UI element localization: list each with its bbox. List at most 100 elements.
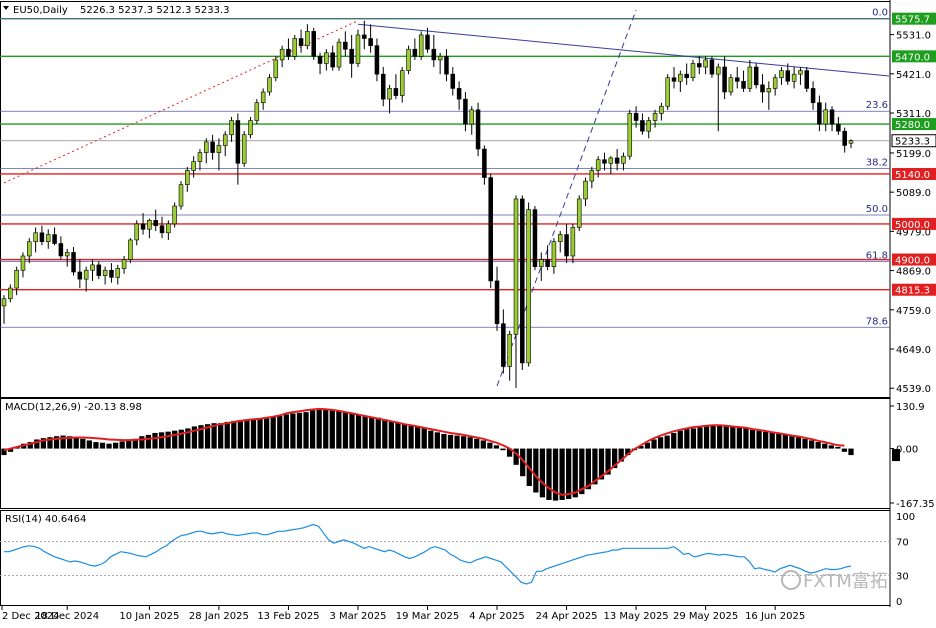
candle-body [317, 56, 323, 64]
candle-body [570, 227, 576, 257]
time-tick-label: 3 Mar 2025 [329, 611, 386, 622]
candle-body [728, 77, 734, 93]
candle-body [286, 48, 291, 57]
macd-bar [237, 419, 243, 449]
candle-body [823, 109, 828, 125]
macd-bar [139, 436, 145, 449]
macd-panel: MACD(12,26,9) -20.13 8.98 130.90.00-167.3… [1, 402, 935, 510]
macd-bar [375, 417, 381, 449]
candle-body [27, 241, 32, 257]
candle-body [589, 170, 595, 182]
macd-bar [428, 430, 434, 449]
trend-line [357, 23, 889, 77]
candle-body [798, 70, 803, 75]
fib-label: 61.8 [866, 250, 888, 261]
candle-body [532, 209, 538, 267]
level-price-label: 5000.0 [895, 220, 930, 231]
candle-body [494, 280, 500, 325]
candle-body [741, 80, 746, 89]
candle-body [96, 264, 102, 276]
price-tick-label: 4649.0 [896, 345, 931, 356]
macd-bar [93, 442, 99, 449]
macd-bar [309, 410, 316, 449]
candle-body [292, 38, 298, 57]
price-tick-label: 5421.0 [896, 70, 931, 81]
candle-body [14, 269, 19, 289]
candle-body [817, 102, 822, 125]
candle-body [248, 120, 253, 136]
candle-body [374, 45, 380, 75]
candle-body [564, 234, 569, 257]
macd-bar [782, 433, 788, 449]
candle-body [829, 109, 835, 125]
candle-body [633, 113, 639, 121]
dropdown-triangle-icon[interactable] [3, 6, 9, 10]
time-tick-label: 29 May 2025 [673, 611, 738, 622]
macd-bar [257, 418, 263, 449]
candle-body [526, 209, 531, 364]
candle-body [753, 66, 759, 86]
rsi-title: RSI(14) 40.6464 [5, 514, 86, 525]
macd-bar [99, 442, 106, 449]
macd-bar [447, 434, 454, 449]
candle-body [260, 91, 266, 103]
rsi-tick-label: 70 [896, 538, 909, 549]
candle-body [671, 77, 677, 82]
candle-body [349, 48, 354, 64]
macd-bar [487, 442, 493, 449]
candle-body [216, 145, 222, 153]
candle-body [64, 252, 70, 257]
candle-body [134, 223, 139, 241]
macd-bar [828, 445, 834, 449]
candle-body [235, 120, 241, 164]
level-price-label: 5140.0 [895, 170, 930, 181]
level-price-label: 5470.0 [895, 52, 930, 63]
macd-bar [369, 416, 375, 449]
candle-body [52, 234, 57, 244]
candle-body [128, 239, 133, 260]
macd-bar [303, 412, 309, 449]
ohlc-readout: 5226.3 5237.3 5212.3 5233.3 [80, 5, 230, 16]
macd-bar [283, 414, 289, 449]
macd-bar [743, 428, 749, 449]
chart-header: EU50,Daily 5226.3 5237.3 5212.3 5233.3 [3, 5, 230, 16]
fib-label: 23.6 [866, 100, 888, 111]
candle-body [722, 66, 727, 93]
candle-body [204, 141, 209, 153]
macd-bar [73, 437, 79, 449]
candle-body [431, 48, 437, 61]
macd-bar [841, 448, 848, 452]
time-tick-label: 13 Feb 2025 [257, 611, 319, 622]
candle-body [595, 159, 601, 171]
candle-body [298, 38, 304, 46]
candle-body [90, 264, 95, 271]
macd-bar [296, 412, 303, 449]
candle-body [267, 77, 272, 93]
candle-body [842, 130, 847, 146]
macd-bar [270, 416, 276, 449]
candle-body [785, 70, 791, 82]
candle-body [608, 157, 614, 164]
candle-body [690, 63, 696, 79]
candle-body [412, 48, 418, 57]
candle-body [463, 98, 468, 125]
price-tick-label: 4759.0 [896, 306, 931, 317]
candle-body [172, 205, 177, 225]
rsi-tick-label: 30 [896, 572, 909, 583]
time-tick-label: 4 Apr 2025 [469, 611, 524, 622]
chart-container: 0.0 23.6 38.2 50.0 61.8 78.6 MACD(12,26,9) -2… [0, 0, 936, 624]
price-tick-label: 5089.0 [896, 188, 931, 199]
macd-bar [776, 432, 782, 449]
candle-body [501, 323, 506, 367]
macd-bar [657, 437, 664, 449]
macd-bar [769, 432, 775, 449]
candle-body [709, 59, 715, 75]
candle-body [355, 34, 361, 64]
chart-canvas: 0.0 23.6 38.2 50.0 61.8 78.6 MACD(12,26,9) -2… [0, 0, 936, 622]
candle-body [368, 38, 373, 46]
time-axis: 2 Dec 202418 Dec 2024 10 Jan 2025 28 Jan 2… [1, 606, 805, 622]
macd-bar [382, 419, 388, 449]
candle-body [399, 70, 405, 96]
candle-body [520, 198, 525, 364]
macd-bar [572, 448, 578, 498]
